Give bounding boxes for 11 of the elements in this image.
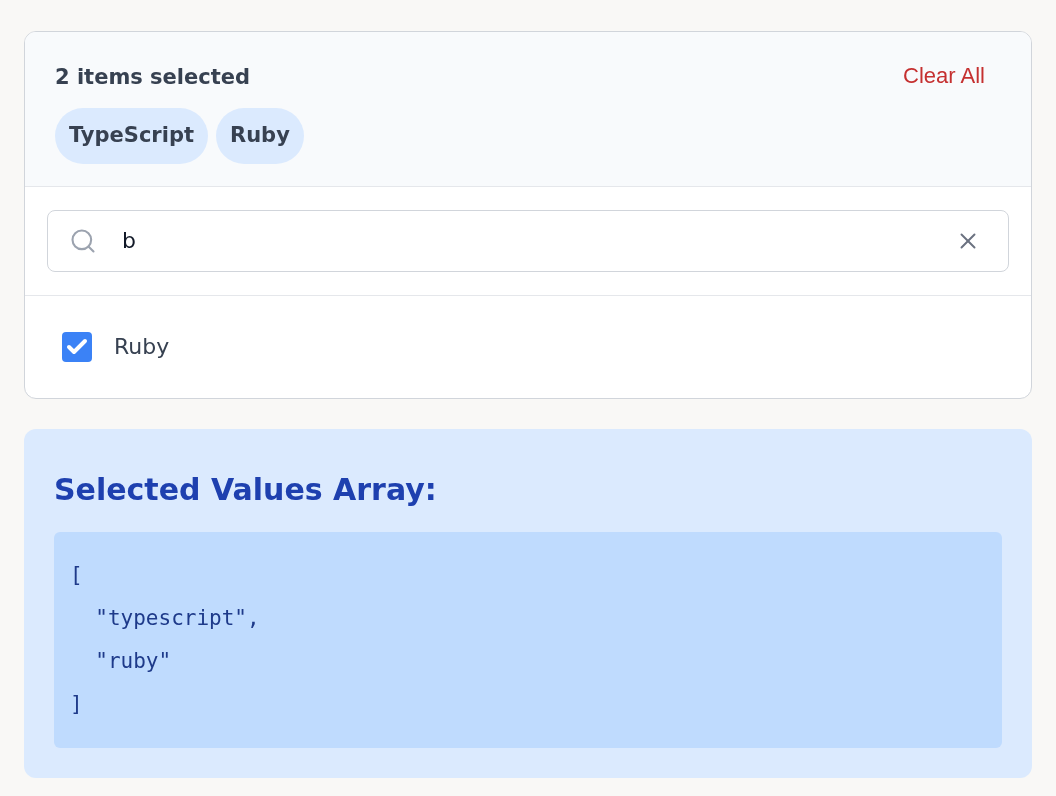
- checkbox[interactable]: [62, 331, 92, 362]
- selected-chip[interactable]: TypeScript: [55, 107, 208, 164]
- selected-chip[interactable]: Ruby: [216, 107, 304, 164]
- result-title: Selected Values Array:: [54, 470, 438, 509]
- code-block: [ "typescript", "ruby" ]: [54, 531, 1002, 748]
- clear-all-button[interactable]: Clear All: [887, 59, 1001, 92]
- option-label: Ruby: [114, 333, 170, 361]
- search-field[interactable]: b: [47, 209, 1009, 272]
- search-icon: [69, 226, 97, 255]
- option-row[interactable]: Ruby: [25, 295, 1031, 398]
- selection-count: 2 items selected: [55, 64, 252, 91]
